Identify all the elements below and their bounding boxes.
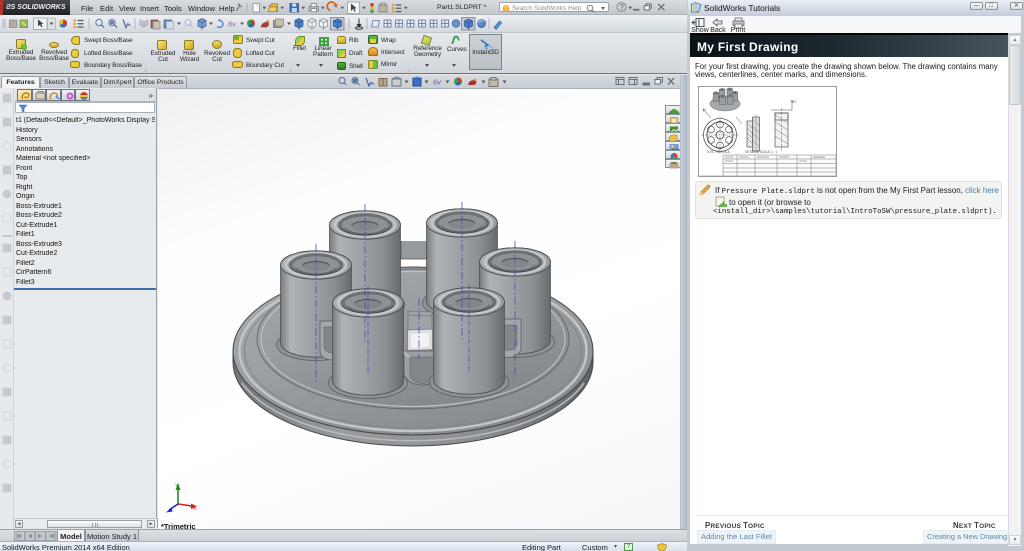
svg-text:Y: Y: [175, 484, 179, 490]
svg-text:S EC TIO N A-A: S EC TIO N A-A: [707, 150, 731, 154]
svg-text:?: ?: [619, 3, 624, 12]
svg-text:6v: 6v: [433, 78, 442, 87]
svg-text:x: x: [193, 506, 196, 512]
svg-text:DETAIL B SCALE 1 : 1: DETAIL B SCALE 1 : 1: [745, 150, 777, 154]
svg-text:4X: 4X: [791, 99, 796, 104]
svg-text:6v: 6v: [228, 20, 237, 29]
